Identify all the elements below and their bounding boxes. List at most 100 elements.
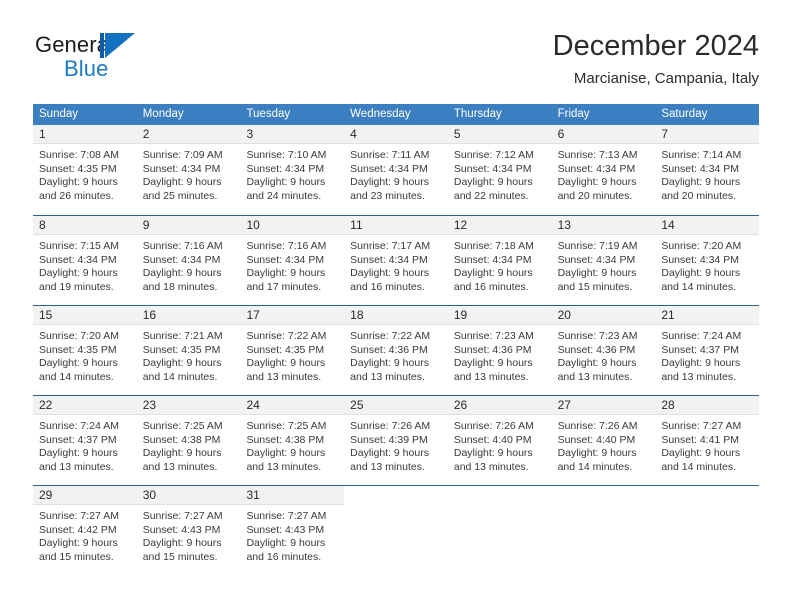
daylight-line: Daylight: 9 hours xyxy=(246,537,326,550)
daylight-line-cont: and 13 minutes. xyxy=(350,460,425,473)
sunrise-line: Sunrise: 7:16 AM xyxy=(142,240,223,252)
calendar-day-cell[interactable]: 18 Sunrise: 7:22 AM Sunset: 4:36 PM Dayligh… xyxy=(344,306,448,395)
day-number-band: 29 xyxy=(33,486,137,505)
brand-logo[interactable]: General Blue xyxy=(33,32,233,90)
day-number: 31 xyxy=(246,488,260,502)
sunset-line: Sunset: 4:34 PM xyxy=(246,162,325,175)
sunset-line: Sunset: 4:37 PM xyxy=(39,433,117,446)
day-detail-lines xyxy=(552,505,656,510)
sunrise-line: Sunrise: 7:13 AM xyxy=(557,149,638,161)
calendar-day-cell[interactable]: 27 Sunrise: 7:26 AM Sunset: 4:40 PM Dayligh… xyxy=(551,396,656,485)
day-number: 27 xyxy=(557,398,571,412)
daylight-line: Daylight: 9 hours xyxy=(350,176,429,189)
daylight-line-cont: and 13 minutes. xyxy=(453,370,529,383)
day-detail-lines: Sunrise: 7:17 AM Sunset: 4:34 PM Daylight:… xyxy=(344,235,448,294)
calendar-day-cell[interactable]: 8 Sunrise: 7:15 AM Sunset: 4:34 PM Daylight… xyxy=(33,216,137,305)
calendar-day-cell[interactable]: 25 Sunrise: 7:26 AM Sunset: 4:39 PM Dayligh… xyxy=(344,396,448,485)
calendar-day-cell[interactable]: 10 Sunrise: 7:16 AM Sunset: 4:34 PM Dayligh… xyxy=(240,216,345,305)
day-number-band: 15 xyxy=(33,306,137,325)
day-number-band: 30 xyxy=(136,486,241,505)
calendar-day-cell[interactable]: 23 Sunrise: 7:25 AM Sunset: 4:38 PM Dayligh… xyxy=(136,396,241,485)
daylight-line-cont: and 14 minutes. xyxy=(661,280,737,293)
calendar-day-cell[interactable]: 21 Sunrise: 7:24 AM Sunset: 4:37 PM Dayligh… xyxy=(655,306,760,395)
day-detail-lines: Sunrise: 7:26 AM Sunset: 4:40 PM Daylight:… xyxy=(448,415,552,474)
day-detail-lines xyxy=(448,505,552,510)
daylight-line-cont: and 13 minutes. xyxy=(453,460,529,473)
daylight-line: Daylight: 9 hours xyxy=(661,176,741,189)
weekday-header-saturday: Saturday xyxy=(661,108,708,120)
sunrise-line: Sunrise: 7:10 AM xyxy=(246,149,327,161)
calendar-day-cell[interactable]: 26 Sunrise: 7:26 AM Sunset: 4:40 PM Dayligh… xyxy=(447,396,552,485)
calendar-day-cell[interactable]: 3 Sunrise: 7:10 AM Sunset: 4:34 PM Daylight… xyxy=(240,125,345,215)
daylight-line-cont: and 13 minutes. xyxy=(661,370,737,383)
calendar-day-cell[interactable]: 4 Sunrise: 7:11 AM Sunset: 4:34 PM Daylight… xyxy=(344,125,448,215)
sunrise-line: Sunrise: 7:24 AM xyxy=(39,420,119,432)
calendar-day-cell[interactable]: 9 Sunrise: 7:16 AM Sunset: 4:34 PM Daylight… xyxy=(136,216,241,305)
day-number-band: 1 xyxy=(33,125,137,144)
daylight-line-cont: and 16 minutes. xyxy=(453,280,529,293)
daylight-line: Daylight: 9 hours xyxy=(557,447,637,460)
calendar-day-cell[interactable]: 13 Sunrise: 7:19 AM Sunset: 4:34 PM Dayligh… xyxy=(551,216,656,305)
calendar-day-cell[interactable]: 28 Sunrise: 7:27 AM Sunset: 4:41 PM Dayligh… xyxy=(655,396,760,485)
calendar-day-cell[interactable]: 24 Sunrise: 7:25 AM Sunset: 4:38 PM Dayligh… xyxy=(240,396,345,485)
calendar-week-row: 1 Sunrise: 7:08 AM Sunset: 4:35 PM Daylight… xyxy=(33,125,760,215)
calendar-day-cell[interactable]: 15 Sunrise: 7:20 AM Sunset: 4:35 PM Dayligh… xyxy=(33,306,137,395)
day-number-band xyxy=(551,486,656,505)
calendar-day-cell[interactable]: 14 Sunrise: 7:20 AM Sunset: 4:34 PM Dayligh… xyxy=(655,216,760,305)
daylight-line: Daylight: 9 hours xyxy=(39,447,118,460)
sunrise-line: Sunrise: 7:14 AM xyxy=(661,149,742,161)
calendar-day-cell[interactable]: 2 Sunrise: 7:09 AM Sunset: 4:34 PM Daylight… xyxy=(136,125,241,215)
day-detail-lines: Sunrise: 7:27 AM Sunset: 4:42 PM Daylight:… xyxy=(33,505,137,564)
daylight-line-cont: and 22 minutes. xyxy=(453,189,529,202)
calendar-day-cell[interactable]: 30 Sunrise: 7:27 AM Sunset: 4:43 PM Dayligh… xyxy=(136,486,241,575)
sunset-line: Sunset: 4:34 PM xyxy=(557,162,636,175)
calendar-day-cell[interactable]: 19 Sunrise: 7:23 AM Sunset: 4:36 PM Dayligh… xyxy=(447,306,552,395)
day-detail-lines: Sunrise: 7:08 AM Sunset: 4:35 PM Daylight:… xyxy=(33,144,137,203)
sunset-line: Sunset: 4:40 PM xyxy=(557,433,636,446)
day-detail-lines: Sunrise: 7:26 AM Sunset: 4:39 PM Daylight:… xyxy=(344,415,448,474)
sunset-line: Sunset: 4:41 PM xyxy=(661,433,739,446)
calendar-page: General Blue December 2024 Marcianise, C… xyxy=(0,0,792,612)
calendar-day-cell[interactable]: 17 Sunrise: 7:22 AM Sunset: 4:35 PM Dayligh… xyxy=(240,306,345,395)
daylight-line: Daylight: 9 hours xyxy=(661,447,741,460)
calendar-day-cell[interactable]: 20 Sunrise: 7:23 AM Sunset: 4:36 PM Dayligh… xyxy=(551,306,656,395)
sunset-line: Sunset: 4:35 PM xyxy=(39,162,117,175)
day-detail-lines: Sunrise: 7:20 AM Sunset: 4:34 PM Daylight:… xyxy=(655,235,759,294)
daylight-line: Daylight: 9 hours xyxy=(557,357,637,370)
day-number-band: 17 xyxy=(240,306,345,325)
calendar-day-cell[interactable]: 31 Sunrise: 7:27 AM Sunset: 4:43 PM Dayligh… xyxy=(240,486,345,575)
page-subtitle: Marcianise, Campania, Italy xyxy=(573,70,759,87)
calendar-day-cell[interactable]: 11 Sunrise: 7:17 AM Sunset: 4:34 PM Dayligh… xyxy=(344,216,448,305)
calendar-day-cell-empty xyxy=(344,486,448,575)
day-detail-lines: Sunrise: 7:10 AM Sunset: 4:34 PM Daylight:… xyxy=(240,144,344,203)
calendar-day-cell[interactable]: 29 Sunrise: 7:27 AM Sunset: 4:42 PM Dayligh… xyxy=(33,486,137,575)
sunset-line: Sunset: 4:38 PM xyxy=(142,433,221,446)
day-detail-lines: Sunrise: 7:14 AM Sunset: 4:34 PM Daylight:… xyxy=(655,144,759,203)
sunset-line: Sunset: 4:35 PM xyxy=(142,343,221,356)
calendar-day-cell[interactable]: 6 Sunrise: 7:13 AM Sunset: 4:34 PM Daylight… xyxy=(551,125,656,215)
day-detail-lines: Sunrise: 7:25 AM Sunset: 4:38 PM Daylight:… xyxy=(240,415,344,474)
sunset-line: Sunset: 4:35 PM xyxy=(246,343,325,356)
sunrise-line: Sunrise: 7:20 AM xyxy=(39,330,119,342)
day-number-band: 10 xyxy=(240,216,345,235)
weekday-header-friday: Friday xyxy=(557,108,590,120)
sunrise-line: Sunrise: 7:22 AM xyxy=(246,330,327,342)
day-number-band: 2 xyxy=(136,125,241,144)
day-number-band: 27 xyxy=(551,396,656,415)
calendar-day-cell[interactable]: 1 Sunrise: 7:08 AM Sunset: 4:35 PM Daylight… xyxy=(33,125,137,215)
calendar-day-cell[interactable]: 16 Sunrise: 7:21 AM Sunset: 4:35 PM Dayligh… xyxy=(136,306,241,395)
day-number: 6 xyxy=(557,127,565,141)
daylight-line-cont: and 18 minutes. xyxy=(142,280,218,293)
sunrise-line: Sunrise: 7:26 AM xyxy=(453,420,534,432)
daylight-line-cont: and 14 minutes. xyxy=(142,370,218,383)
day-number: 19 xyxy=(453,308,468,322)
calendar-day-cell[interactable]: 5 Sunrise: 7:12 AM Sunset: 4:34 PM Daylight… xyxy=(447,125,552,215)
sunrise-line: Sunrise: 7:20 AM xyxy=(661,240,742,252)
day-detail-lines: Sunrise: 7:27 AM Sunset: 4:43 PM Daylight:… xyxy=(240,505,344,564)
calendar-day-cell[interactable]: 7 Sunrise: 7:14 AM Sunset: 4:34 PM Daylight… xyxy=(655,125,760,215)
day-number-band xyxy=(447,486,552,505)
day-detail-lines: Sunrise: 7:16 AM Sunset: 4:34 PM Daylight:… xyxy=(240,235,344,294)
calendar-day-cell[interactable]: 22 Sunrise: 7:24 AM Sunset: 4:37 PM Dayligh… xyxy=(33,396,137,485)
calendar-day-cell[interactable]: 12 Sunrise: 7:18 AM Sunset: 4:34 PM Dayligh… xyxy=(447,216,552,305)
daylight-line: Daylight: 9 hours xyxy=(453,447,533,460)
